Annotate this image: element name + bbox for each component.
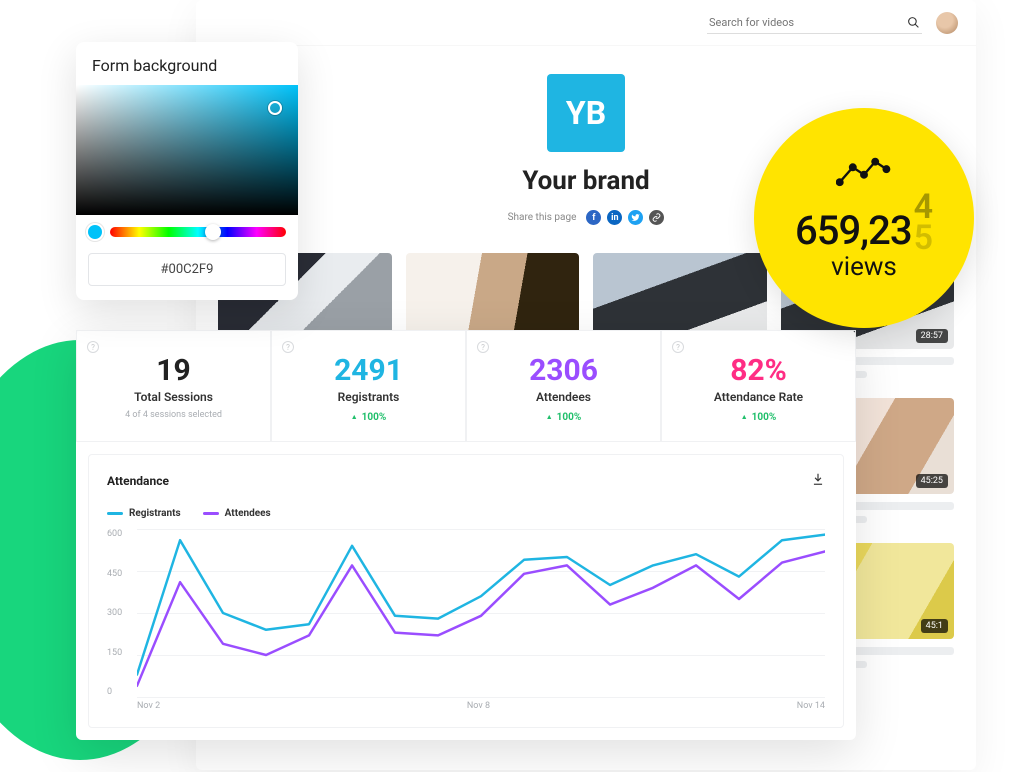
avatar[interactable] xyxy=(936,12,958,34)
picker-cursor[interactable] xyxy=(268,101,282,115)
share-label: Share this page xyxy=(508,212,577,223)
stat-label: Attendance Rate xyxy=(672,390,845,404)
stat-delta: 100% xyxy=(741,412,777,423)
hex-input[interactable]: #00C2F9 xyxy=(88,253,286,286)
views-badge: 659,23 4 5 views xyxy=(754,108,974,328)
x-axis-ticks: Nov 2 Nov 8 Nov 14 xyxy=(137,701,825,719)
brand-header xyxy=(196,0,976,46)
stat-sublabel: 4 of 4 sessions selected xyxy=(87,410,260,420)
search-input-wrap[interactable] xyxy=(707,12,922,34)
linkedin-icon[interactable]: in xyxy=(607,210,622,225)
stat-registrants: ? 2491 Registrants 100% xyxy=(271,330,466,442)
stat-delta: 100% xyxy=(546,412,582,423)
twitter-icon[interactable] xyxy=(628,210,643,225)
chart-title: Attendance xyxy=(107,474,169,488)
stat-label: Total Sessions xyxy=(87,390,260,404)
picker-title: Form background xyxy=(76,42,298,85)
stat-label: Attendees xyxy=(477,390,650,404)
info-icon[interactable]: ? xyxy=(282,341,294,353)
views-label: views xyxy=(831,252,897,282)
info-icon[interactable]: ? xyxy=(672,341,684,353)
legend-registrants: Registrants xyxy=(107,508,181,519)
video-duration: 45:25 xyxy=(916,474,948,488)
stat-value: 82% xyxy=(672,353,845,388)
video-duration: 45:1 xyxy=(921,619,948,633)
download-icon[interactable] xyxy=(811,471,825,490)
social-icons: f in xyxy=(586,210,664,225)
saturation-field[interactable] xyxy=(76,85,298,215)
current-color-swatch xyxy=(88,225,102,239)
views-count: 659,23 xyxy=(795,207,912,254)
hue-slider[interactable] xyxy=(110,227,286,237)
search-input[interactable] xyxy=(709,16,907,29)
trend-icon xyxy=(836,154,892,192)
chart-legend: Registrants Attendees xyxy=(107,508,825,519)
video-duration: 28:57 xyxy=(916,329,948,343)
stat-label: Registrants xyxy=(282,390,455,404)
analytics-panel: ? 19 Total Sessions 4 of 4 sessions sele… xyxy=(76,330,856,740)
stat-attendance-rate: ? 82% Attendance Rate 100% xyxy=(661,330,856,442)
hue-slider-knob[interactable] xyxy=(205,224,221,240)
stat-attendees: ? 2306 Attendees 100% xyxy=(466,330,661,442)
stat-value: 2306 xyxy=(477,353,650,388)
legend-attendees: Attendees xyxy=(203,508,271,519)
color-picker-panel: Form background #00C2F9 xyxy=(76,42,298,300)
views-ticker: 4 5 xyxy=(914,192,933,253)
brand-logo: YB xyxy=(547,74,625,152)
stat-delta: 100% xyxy=(351,412,387,423)
info-icon[interactable]: ? xyxy=(87,341,99,353)
y-axis-ticks: 600 450 300 150 0 xyxy=(107,529,137,697)
link-icon[interactable] xyxy=(649,210,664,225)
stats-row: ? 19 Total Sessions 4 of 4 sessions sele… xyxy=(76,330,856,442)
stat-value: 19 xyxy=(87,353,260,388)
stat-sessions: ? 19 Total Sessions 4 of 4 sessions sele… xyxy=(76,330,271,442)
facebook-icon[interactable]: f xyxy=(586,210,601,225)
info-icon[interactable]: ? xyxy=(477,341,489,353)
stat-value: 2491 xyxy=(282,353,455,388)
chart-plot xyxy=(137,529,825,697)
search-icon[interactable] xyxy=(907,16,920,29)
chart-area: 600 450 300 150 0 Nov 2 Nov 8 Nov 14 xyxy=(107,529,825,719)
attendance-chart-card: Attendance Registrants Attendees 600 450… xyxy=(88,454,844,728)
